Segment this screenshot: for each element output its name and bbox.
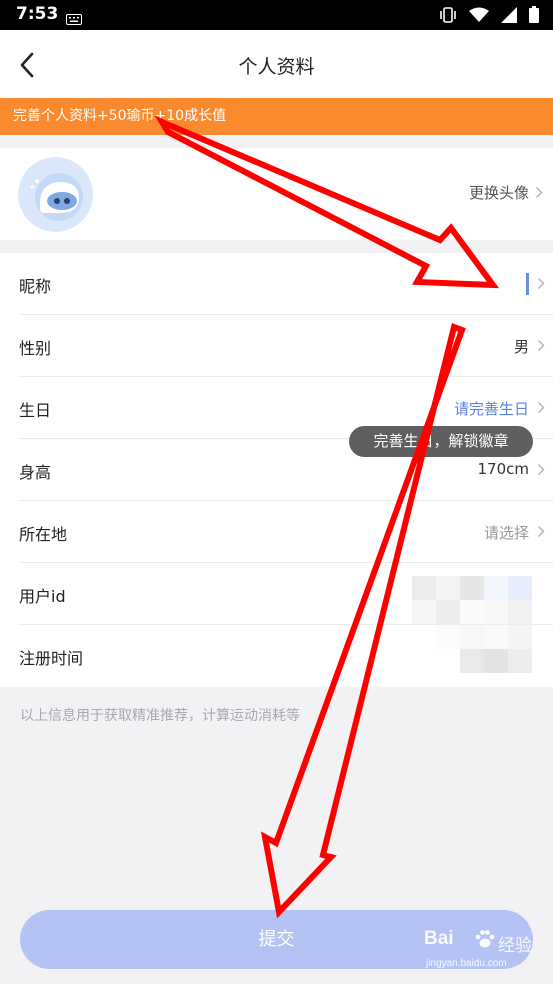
location-value: 请选择 (483, 524, 529, 542)
chevron-right-icon (537, 463, 545, 476)
birthday-value: 请完善生日 (453, 400, 529, 418)
chevron-right-icon (537, 401, 545, 414)
promo-banner: 完善个人资料+50瑜币+10成长值 (0, 98, 553, 135)
page-title: 个人资料 (238, 56, 315, 78)
birthday-label: 生日 (19, 401, 52, 420)
height-label: 身高 (19, 463, 52, 482)
register-time-row: 注册时间 (0, 625, 553, 687)
avatar-section[interactable]: 更换头像 (0, 148, 553, 240)
chevron-right-icon (537, 339, 545, 352)
battery-icon (529, 6, 539, 27)
chevron-right-icon (535, 186, 543, 199)
change-avatar-label: 更换头像 (468, 184, 529, 202)
location-row[interactable]: 所在地 请选择 (0, 501, 553, 563)
gender-row[interactable]: 性别 男 (0, 315, 553, 377)
watermark-brand: Bai (424, 928, 454, 949)
vibrate-icon (439, 6, 457, 27)
signal-icon (501, 6, 517, 27)
register-time-label: 注册时间 (19, 649, 84, 668)
baidu-jingyan-watermark: Bai 经验 jingyan.baidu.com (424, 928, 534, 974)
chevron-right-icon (537, 525, 545, 538)
user-id-label: 用户id (19, 587, 66, 606)
nickname-label: 昵称 (19, 277, 52, 296)
watermark-url: jingyan.baidu.com (426, 958, 507, 969)
location-label: 所在地 (19, 525, 68, 544)
paw-icon (475, 930, 495, 948)
user-id-row: 用户id (0, 563, 553, 625)
gender-label: 性别 (19, 339, 52, 358)
height-value: 170cm (477, 460, 530, 478)
user-id-value-redacted (412, 576, 532, 624)
chevron-right-icon (537, 277, 545, 290)
info-usage-note: 以上信息用于获取精准推荐，计算运动消耗等 (20, 708, 300, 724)
wifi-icon (469, 7, 489, 27)
avatar[interactable] (18, 157, 93, 232)
status-bar: 7:53 (0, 0, 553, 30)
keyboard-icon (66, 10, 82, 29)
nickname-row[interactable]: 昵称 (0, 253, 553, 315)
profile-form: 昵称 性别 男 生日 请完善生日 身高 170cm 所在地 请选择 用户id 注… (0, 253, 553, 687)
register-time-value-redacted (436, 625, 532, 673)
watermark-suffix: 经验 (498, 936, 532, 956)
gender-value: 男 (513, 338, 529, 356)
birthday-badge-tooltip: 完善生日，解锁徽章 (349, 426, 533, 457)
change-avatar-button[interactable]: 更换头像 (469, 182, 543, 203)
nav-bar: 个人资料 (0, 30, 553, 98)
nickname-input-cursor[interactable] (526, 273, 529, 295)
status-time: 7:53 (16, 4, 59, 24)
